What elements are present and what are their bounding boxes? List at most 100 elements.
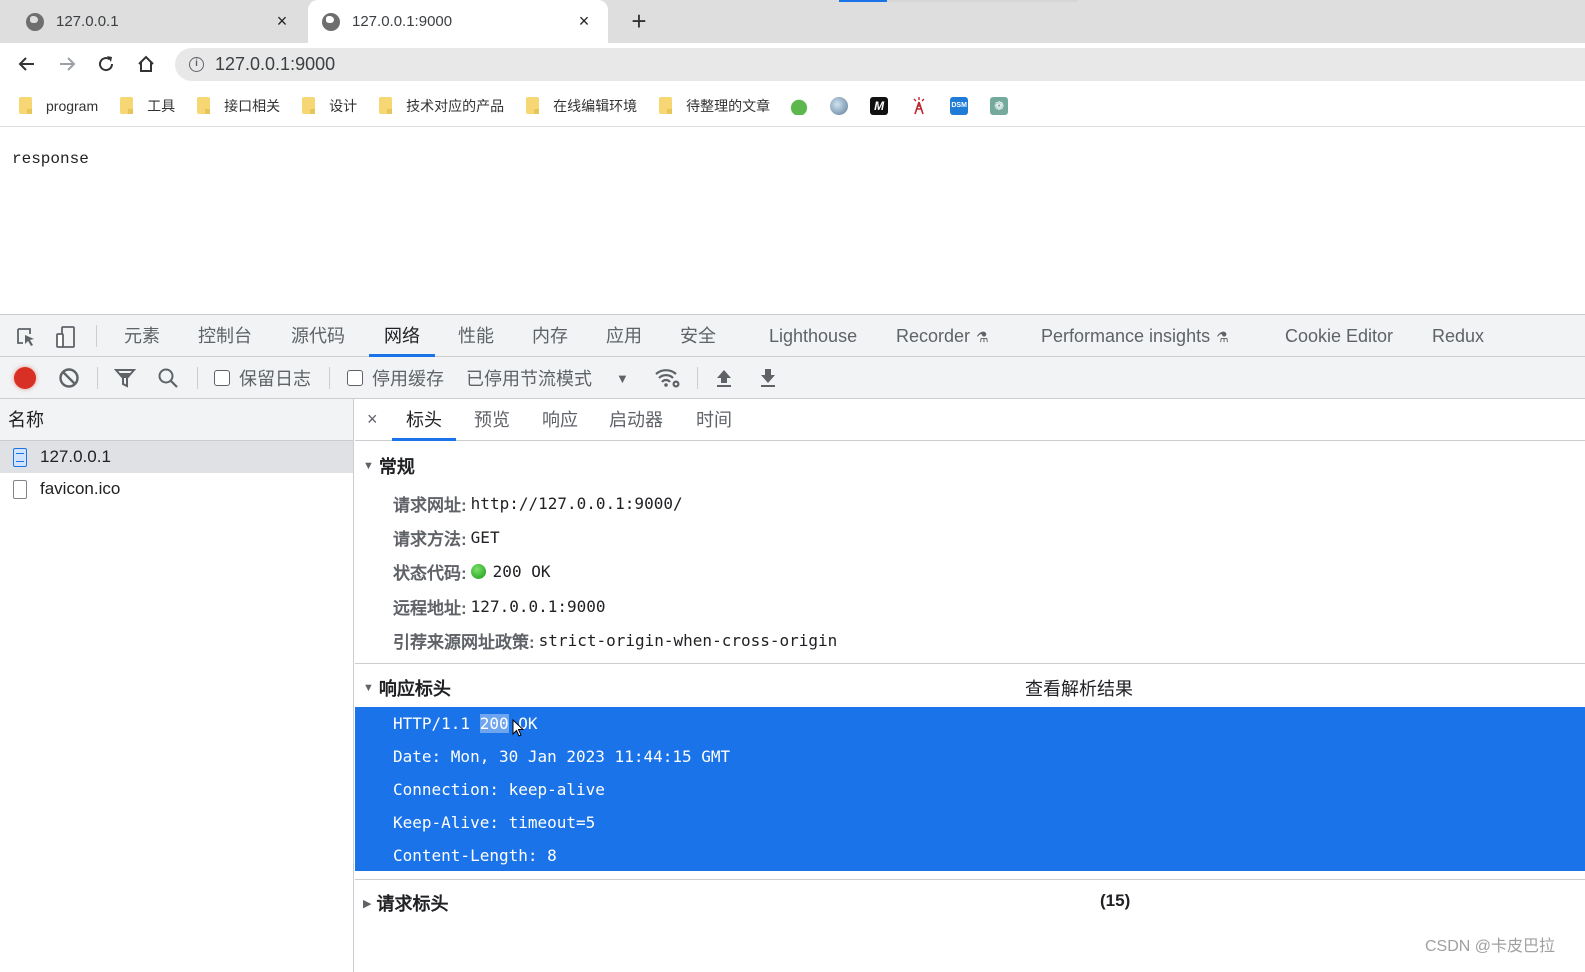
reload-button[interactable] [91,49,121,79]
bookmark-folder[interactable]: 技术对应的产品 [379,96,504,116]
devtools-tab-sources[interactable]: 源代码 [291,315,345,357]
details-tab-preview[interactable]: 预览 [474,399,510,441]
close-details-icon[interactable]: × [367,399,378,441]
address-bar[interactable]: i 127.0.0.1:9000 [175,48,1585,81]
new-tab-button[interactable]: + [626,6,652,36]
request-headers-section-toggle[interactable]: ▶ 请求标头 [363,890,448,916]
tab-label: Recorder [896,326,971,346]
devtools-tab-performance-insights[interactable]: Performance insights ⚗ [1041,315,1229,357]
tower-bookmark-icon[interactable] [910,96,928,115]
devtools-tab-elements[interactable]: 元素 [124,315,160,357]
header-key: 远程地址: [393,599,467,618]
collapsed-triangle-icon: ▶ [363,897,372,910]
request-headers-count: (15) [1100,891,1131,910]
chatgpt-bookmark-icon[interactable]: ❁ [990,96,1009,115]
header-key: 请求网址: [393,496,467,515]
folder-icon [379,97,393,114]
bookmark-folder[interactable]: 设计 [302,96,357,116]
address-url: 127.0.0.1:9000 [215,54,336,74]
browser-tab-active[interactable]: 127.0.0.1:9000 × [308,0,608,43]
bookmark-folder[interactable]: program [19,97,98,114]
network-conditions-button[interactable] [654,357,682,399]
download-icon [761,369,775,387]
request-name: favicon.ico [40,479,121,498]
bookmark-folder[interactable]: 在线编辑环境 [526,96,637,116]
tab-label: Performance insights [1041,326,1211,346]
details-tab-response[interactable]: 响应 [542,399,578,441]
globe-icon [26,12,44,31]
inspect-element-icon[interactable] [14,325,38,349]
disable-cache-checkbox[interactable]: 停用缓存 [347,357,444,399]
devtools-tab-performance[interactable]: 性能 [458,315,494,357]
bookmark-folder[interactable]: 待整理的文章 [659,96,770,116]
view-parsed-link[interactable]: 查看解析结果 [1025,675,1133,701]
filter-icon [114,369,136,388]
devtools-tab-network[interactable]: 网络 [369,315,435,357]
preserve-log-checkbox[interactable]: 保留日志 [214,357,311,399]
close-tab-icon[interactable]: × [574,11,594,32]
back-button[interactable] [12,49,42,79]
devtools-tab-console[interactable]: 控制台 [198,315,252,357]
status-ok-dot-icon [470,564,486,579]
request-row[interactable]: favicon.ico [0,473,353,505]
clear-button[interactable] [58,357,80,399]
file-icon [13,479,27,499]
devtools-tab-lighthouse[interactable]: Lighthouse [769,315,857,357]
request-details: × 标头 预览 响应 启动器 时间 ▼ 常规 请求网址: http://127.0… [355,399,1585,972]
close-tab-icon[interactable]: × [272,11,292,32]
folder-icon [526,97,540,114]
throttling-select[interactable]: 已停用节流模式 ▼ [466,357,629,399]
bookmark-folder[interactable]: 工具 [120,96,175,116]
general-section-toggle[interactable]: ▼ 常规 [363,453,415,479]
mouse-cursor-icon [512,719,524,737]
details-tab-headers[interactable]: 标头 [392,399,456,441]
record-button[interactable] [14,357,36,399]
home-button[interactable] [131,49,161,79]
filter-button[interactable] [114,357,136,399]
globe-icon [322,12,340,31]
column-header-name[interactable]: 名称 [0,399,353,441]
devtools-panel: 元素 控制台 源代码 网络 性能 内存 应用 安全 Lighthouse Rec… [0,314,1585,972]
devtools-tab-recorder[interactable]: Recorder ⚗ [896,315,989,357]
home-icon [138,55,154,72]
separator [197,367,198,389]
arrow-right-icon [60,57,76,71]
raw-header-line: Content-Length: 8 [393,846,557,865]
bookmark-label: 接口相关 [224,97,281,114]
search-icon [158,368,178,388]
checkbox-icon [214,370,230,386]
search-button[interactable] [157,357,179,399]
expanded-triangle-icon: ▼ [363,460,374,472]
bookmark-folder[interactable]: 接口相关 [197,96,280,116]
folder-icon [659,97,673,114]
details-tab-timing[interactable]: 时间 [696,399,732,441]
details-tab-initiator[interactable]: 启动器 [609,399,663,441]
clear-icon [59,368,79,388]
dsm-bookmark-icon[interactable]: DSM [950,96,969,115]
device-toolbar-icon[interactable] [54,325,78,349]
response-headers-section-toggle[interactable]: ▼ 响应标头 [363,675,451,701]
browser-tab[interactable]: 127.0.0.1 × [10,0,306,43]
dropdown-arrow-icon: ▼ [616,370,629,386]
leaf-bookmark-icon[interactable] [790,96,809,115]
checkbox-icon [347,370,363,386]
devtools-tab-memory[interactable]: 内存 [532,315,568,357]
import-har-button[interactable] [713,357,735,399]
devtools-tab-security[interactable]: 安全 [680,315,716,357]
separator [96,325,97,347]
loading-track [887,0,1077,2]
request-list: 名称 127.0.0.1 favicon.ico [0,399,354,972]
devtools-tab-cookie-editor[interactable]: Cookie Editor [1285,315,1393,357]
raw-response-headers[interactable]: HTTP/1.1 200 OK Date: Mon, 30 Jan 2023 1… [355,707,1585,871]
m-logo-bookmark-icon[interactable]: M [870,96,889,115]
devtools-tab-application[interactable]: 应用 [606,315,642,357]
header-value: GET [470,528,500,547]
site-info-icon[interactable]: i [189,57,204,72]
request-row[interactable]: 127.0.0.1 [0,441,353,473]
devtools-tab-redux[interactable]: Redux [1432,315,1484,357]
folder-icon [302,97,316,114]
export-har-button[interactable] [757,357,779,399]
upload-icon [717,370,731,387]
anime-avatar-bookmark-icon[interactable] [830,96,849,115]
forward-button[interactable] [52,49,82,79]
